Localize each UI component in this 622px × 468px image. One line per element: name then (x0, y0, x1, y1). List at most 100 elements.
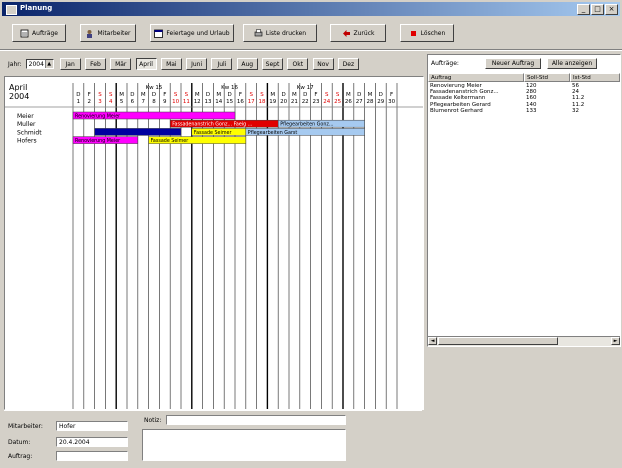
weekday-letter: M (346, 92, 351, 98)
column-header-planned-hours[interactable]: Soll-Std (524, 73, 570, 82)
note-label: Notiz: (144, 417, 162, 424)
day-number: 4 (109, 99, 113, 105)
show-all-button[interactable]: Alle anzeigen (547, 58, 597, 69)
note-field[interactable] (166, 415, 346, 425)
weekday-letter: F (163, 92, 166, 98)
holidays-button[interactable]: Feiertage und Urlaub (150, 24, 234, 42)
gantt-bar[interactable] (94, 128, 182, 136)
employee-label: Mitarbeiter: (8, 423, 43, 430)
month-button[interactable]: Mai (160, 58, 182, 70)
table-row[interactable]: Pflegearbeiten Gerard 140 11.2 (428, 102, 620, 108)
day-number: 2 (87, 99, 91, 105)
application-window: Planung _ □ × Aufträge Mitarbeiter Feier… (0, 0, 622, 468)
month-title: April (9, 83, 27, 92)
month-button[interactable]: Aug (236, 58, 258, 70)
toolbar: Aufträge Mitarbeiter Feiertage und Urlau… (0, 20, 622, 48)
day-number: 1 (77, 99, 81, 105)
app-icon (6, 5, 17, 15)
day-number: 17 (248, 99, 255, 105)
weekday-letter: D (379, 92, 383, 98)
month-button[interactable]: Juli (211, 58, 233, 70)
day-number: 11 (183, 99, 190, 105)
title-bar[interactable]: Planung _ □ × (2, 2, 620, 16)
date-label: Datum: (8, 439, 31, 446)
spinner-arrows-icon[interactable]: ▲ (44, 60, 53, 68)
month-button[interactable]: Jan (59, 58, 81, 70)
month-button[interactable]: Nov (312, 58, 334, 70)
weekday-letter: S (185, 92, 189, 98)
weekday-letter: S (260, 92, 264, 98)
orders-horizontal-scrollbar[interactable]: ◄ ► (428, 336, 620, 346)
employee-name: Meier (17, 113, 34, 120)
close-button[interactable]: × (605, 4, 618, 15)
minimize-button[interactable]: _ (577, 4, 590, 15)
weekday-letter: F (88, 92, 91, 98)
day-number: 14 (215, 99, 222, 105)
table-row[interactable]: Fassadenanstrich Gonz... 280 24 (428, 89, 620, 95)
month-button[interactable]: Dez (337, 58, 359, 70)
month-button[interactable]: Okt (287, 58, 309, 70)
employee-name: Hofers (17, 138, 37, 145)
maximize-button[interactable]: □ (591, 4, 604, 15)
weekday-letter: M (270, 92, 275, 98)
weekday-letter: F (314, 92, 317, 98)
month-button[interactable]: Mär (110, 58, 132, 70)
day-number: 8 (152, 99, 156, 105)
note-textarea[interactable] (142, 429, 346, 461)
weekday-letter: D (152, 92, 156, 98)
weekday-letter: D (206, 92, 210, 98)
gantt-bar-label: Fassade Seimer (194, 130, 232, 136)
order-name-cell: Renovierung Meier (430, 83, 482, 89)
month-selector: Jahr: 2004 ▲ Jan Feb Mär April Mai Juni Juli Au… (8, 57, 363, 71)
back-arrow-icon (342, 29, 351, 38)
day-number: 23 (313, 99, 320, 105)
delete-button[interactable]: Löschen (400, 24, 454, 42)
actual-hours-cell: 11.2 (572, 95, 585, 102)
orders-button[interactable]: Aufträge (12, 24, 66, 42)
column-header-actual-hours[interactable]: Ist-Std (570, 73, 620, 82)
planned-hours-cell: 120 (526, 83, 537, 89)
day-number: 30 (388, 99, 395, 105)
table-row[interactable]: Blumenrot Gerhard 133 32 (428, 108, 620, 114)
month-button[interactable]: April (135, 58, 157, 70)
delete-icon (409, 29, 418, 38)
day-number: 24 (323, 99, 330, 105)
weekday-letter: M (141, 92, 146, 98)
holidays-button-label: Feiertage und Urlaub (166, 29, 230, 37)
date-field[interactable]: 20.4.2004 (56, 437, 128, 447)
weekday-letter: D (281, 92, 285, 98)
day-number: 6 (131, 99, 135, 105)
year-spinner[interactable]: 2004 ▲ (25, 59, 54, 69)
planned-hours-cell: 133 (526, 107, 537, 114)
gantt-bar-label: Renovierung Meier (75, 114, 120, 120)
window-title: Planung (20, 4, 53, 12)
weekday-letter: M (216, 92, 221, 98)
weekday-letter: S (109, 92, 113, 98)
actual-hours-cell: 32 (572, 107, 579, 114)
scroll-thumb[interactable] (438, 337, 558, 345)
day-number: 7 (141, 99, 145, 105)
orders-table-header: Auftrag Soll-Std Ist-Std (428, 73, 620, 82)
column-header-order[interactable]: Auftrag (428, 73, 524, 82)
year-label: Jahr: (8, 60, 22, 68)
print-list-button[interactable]: Liste drucken (243, 24, 317, 42)
weekday-letter: S (325, 92, 329, 98)
planned-hours-cell: 140 (526, 101, 537, 108)
day-number: 12 (194, 99, 201, 105)
new-order-button[interactable]: Neuer Auftrag (485, 58, 541, 69)
employee-field[interactable]: Hofer (56, 421, 128, 431)
order-name-cell: Fassadenanstrich Gonz... (430, 89, 499, 96)
employees-button[interactable]: Mitarbeiter (80, 24, 136, 42)
order-field[interactable] (56, 451, 128, 461)
month-button[interactable]: Juni (186, 58, 208, 70)
month-button[interactable]: Feb (84, 58, 106, 70)
back-button[interactable]: Zurück (330, 24, 386, 42)
calendar-icon (154, 29, 164, 38)
scroll-left-icon[interactable]: ◄ (428, 337, 437, 345)
scroll-right-icon[interactable]: ► (611, 337, 620, 345)
weekday-letter: S (98, 92, 102, 98)
table-row[interactable]: Fassade Keltermann 160 11.2 (428, 95, 620, 101)
table-row[interactable]: Renovierung Meier 120 56 (428, 83, 620, 89)
month-button[interactable]: Sept (262, 58, 284, 70)
weekday-letter: S (249, 92, 253, 98)
